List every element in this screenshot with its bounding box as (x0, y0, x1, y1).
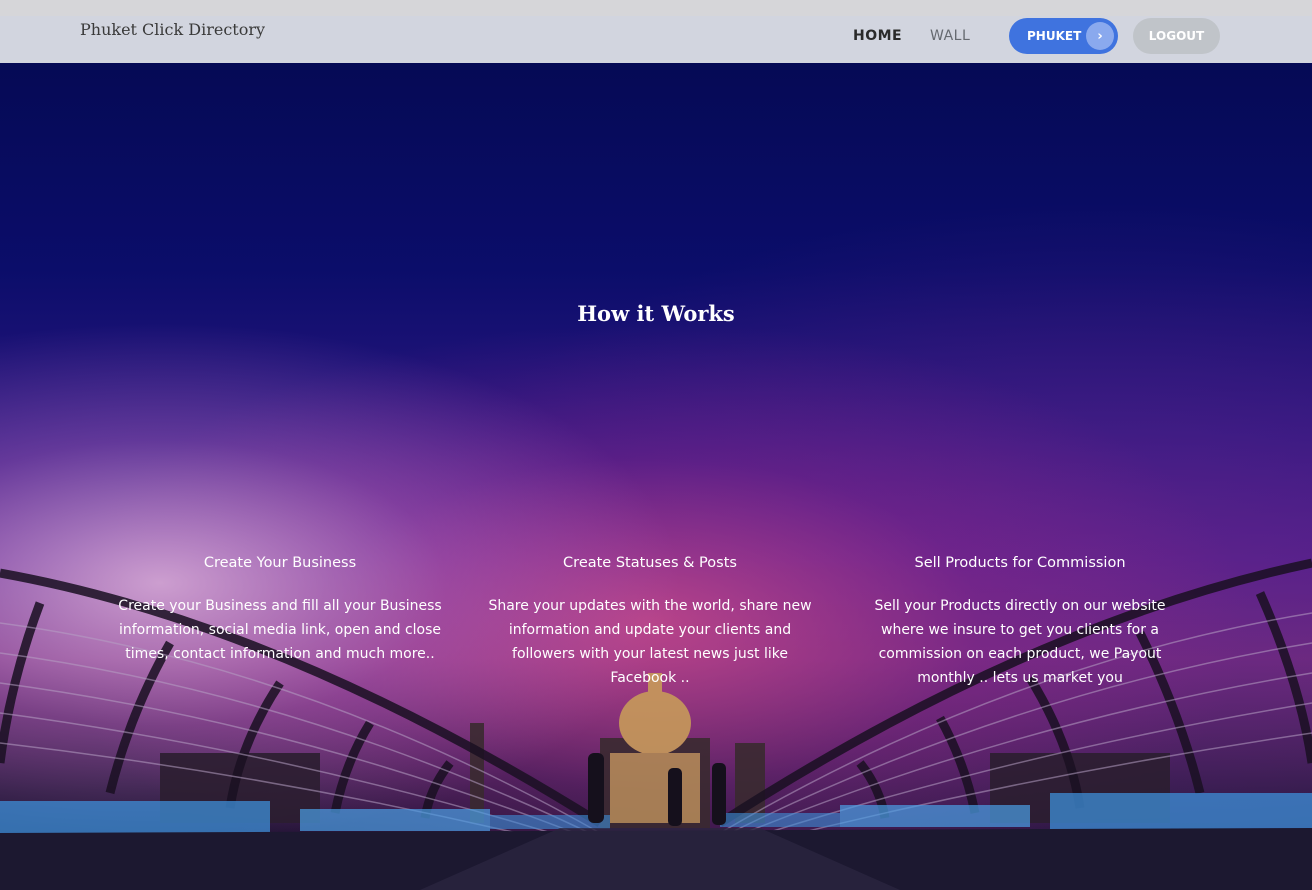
feature-heading: Create Statuses & Posts (563, 555, 737, 571)
top-strip (0, 0, 1312, 16)
feature-create-posts: Create Statuses & Posts Share your updat… (480, 555, 820, 690)
logout-button[interactable]: LOGOUT (1133, 18, 1220, 54)
feature-text: Sell your Products directly on our websi… (874, 598, 1166, 686)
chevron-right-icon[interactable]: › (1086, 22, 1114, 50)
bridge-background-image (0, 558, 1312, 890)
navbar: Phuket Click Directory HOME WALL PHUKET … (0, 16, 1312, 63)
location-button-label: PHUKET (1027, 29, 1082, 43)
location-button[interactable]: PHUKET › (1009, 18, 1118, 54)
feature-heading: Create Your Business (203, 555, 357, 571)
brand-logo[interactable]: Phuket Click Directory (80, 20, 265, 39)
nav-wall-link[interactable]: WALL (930, 28, 970, 44)
how-it-works-title: How it Works (577, 301, 735, 326)
feature-text: Create your Business and fill all your B… (118, 598, 442, 662)
feature-text: Share your updates with the world, share… (488, 598, 812, 686)
nav-home-link[interactable]: HOME (853, 28, 902, 44)
feature-sell-products: Sell Products for Commission Sell your P… (858, 555, 1182, 690)
feature-create-business: Create Your Business Create your Busines… (110, 555, 450, 666)
feature-heading: Sell Products for Commission (914, 555, 1126, 571)
hero-section: How it Works Create Your Business Create… (0, 63, 1312, 890)
